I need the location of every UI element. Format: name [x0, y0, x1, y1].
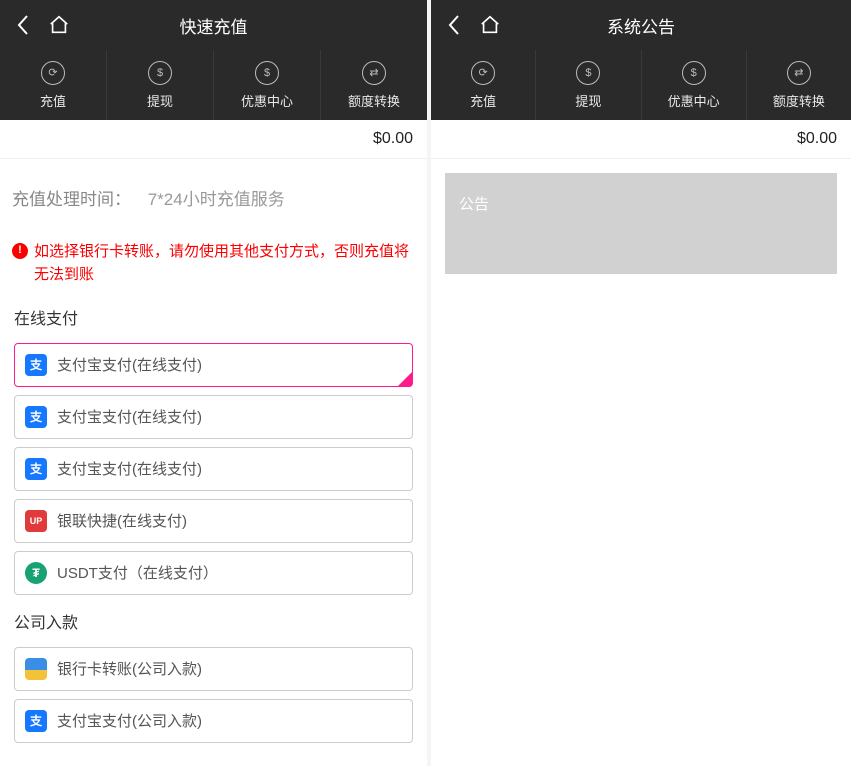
process-time-label: 充值处理时间：	[12, 190, 131, 209]
warning-text: 如选择银行卡转账，请勿使用其他支付方式，否则充值将无法到账	[34, 240, 415, 287]
balance-display: $0.00	[431, 120, 851, 159]
recharge-content: 充值处理时间： 7*24小时充值服务 ! 如选择银行卡转账，请勿使用其他支付方式…	[0, 159, 427, 766]
tab-label: 充值	[40, 91, 66, 110]
promo-icon: $	[682, 61, 706, 85]
section-company-title: 公司入款	[0, 595, 427, 639]
tab-label: 额度转换	[773, 91, 825, 110]
tab-label: 提现	[575, 91, 601, 110]
alipay-icon: 支	[25, 710, 47, 732]
transfer-icon: ⇄	[362, 61, 386, 85]
recharge-panel: 快速充值 ⟳ 充值 $ 提现 $ 优惠中心 ⇄ 额度转换 $0.00 充值处理时…	[0, 0, 427, 766]
pay-option-alipay[interactable]: 支 支付宝支付(在线支付)	[14, 343, 413, 387]
recharge-icon: ⟳	[41, 61, 65, 85]
usdt-icon: ₮	[25, 562, 47, 584]
pay-option-label: 支付宝支付(在线支付)	[57, 406, 202, 427]
promo-icon: $	[255, 61, 279, 85]
pay-option-label: 支付宝支付(公司入款)	[57, 710, 202, 731]
tabbar: ⟳ 充值 $ 提现 $ 优惠中心 ⇄ 额度转换	[431, 50, 851, 120]
tab-label: 优惠中心	[668, 91, 720, 110]
withdraw-icon: $	[576, 61, 600, 85]
tabbar: ⟳ 充值 $ 提现 $ 优惠中心 ⇄ 额度转换	[0, 50, 427, 120]
pay-option-bank[interactable]: 银行卡转账(公司入款)	[14, 647, 413, 691]
tab-transfer[interactable]: ⇄ 额度转换	[747, 50, 851, 120]
back-icon[interactable]	[447, 14, 461, 36]
alipay-icon: 支	[25, 458, 47, 480]
announcement-box[interactable]: 公告	[445, 173, 837, 274]
tab-label: 优惠中心	[241, 91, 293, 110]
announcement-label: 公告	[459, 196, 489, 213]
unionpay-icon: UP	[25, 510, 47, 532]
pay-option-alipay[interactable]: 支 支付宝支付(在线支付)	[14, 447, 413, 491]
withdraw-icon: $	[148, 61, 172, 85]
tab-withdraw[interactable]: $ 提现	[107, 50, 214, 120]
tab-recharge[interactable]: ⟳ 充值	[0, 50, 107, 120]
section-online-title: 在线支付	[0, 291, 427, 335]
announcement-panel: 系统公告 ⟳ 充值 $ 提现 $ 优惠中心 ⇄ 额度转换 $0.00 公告	[431, 0, 851, 766]
pay-option-label: USDT支付（在线支付）	[57, 562, 218, 583]
pay-option-label: 银行卡转账(公司入款)	[57, 658, 202, 679]
process-time-row: 充值处理时间： 7*24小时充值服务	[0, 159, 427, 228]
balance-display: $0.00	[0, 120, 427, 159]
tab-promo[interactable]: $ 优惠中心	[214, 50, 321, 120]
transfer-icon: ⇄	[787, 61, 811, 85]
pay-option-usdt[interactable]: ₮ USDT支付（在线支付）	[14, 551, 413, 595]
home-icon[interactable]	[48, 14, 70, 36]
warning-row: ! 如选择银行卡转账，请勿使用其他支付方式，否则充值将无法到账	[0, 228, 427, 291]
pay-option-label: 支付宝支付(在线支付)	[57, 354, 202, 375]
pay-option-alipay[interactable]: 支 支付宝支付(公司入款)	[14, 699, 413, 743]
back-icon[interactable]	[16, 14, 30, 36]
pay-option-unionpay[interactable]: UP 银联快捷(在线支付)	[14, 499, 413, 543]
process-time-value: 7*24小时充值服务	[148, 190, 285, 209]
header-bar: 系统公告	[431, 0, 851, 50]
warning-icon: !	[12, 243, 28, 259]
tab-promo[interactable]: $ 优惠中心	[642, 50, 747, 120]
tab-withdraw[interactable]: $ 提现	[536, 50, 641, 120]
header-bar: 快速充值	[0, 0, 427, 50]
alipay-icon: 支	[25, 406, 47, 428]
pay-option-label: 支付宝支付(在线支付)	[57, 458, 202, 479]
tab-label: 额度转换	[348, 91, 400, 110]
tab-label: 充值	[470, 91, 496, 110]
pay-option-label: 银联快捷(在线支付)	[57, 510, 187, 531]
pay-option-alipay[interactable]: 支 支付宝支付(在线支付)	[14, 395, 413, 439]
alipay-icon: 支	[25, 354, 47, 376]
home-icon[interactable]	[479, 14, 501, 36]
tab-recharge[interactable]: ⟳ 充值	[431, 50, 536, 120]
bankcard-icon	[25, 658, 47, 680]
recharge-icon: ⟳	[471, 61, 495, 85]
tab-transfer[interactable]: ⇄ 额度转换	[321, 50, 427, 120]
tab-label: 提现	[147, 91, 173, 110]
announcement-content: 公告	[431, 159, 851, 766]
